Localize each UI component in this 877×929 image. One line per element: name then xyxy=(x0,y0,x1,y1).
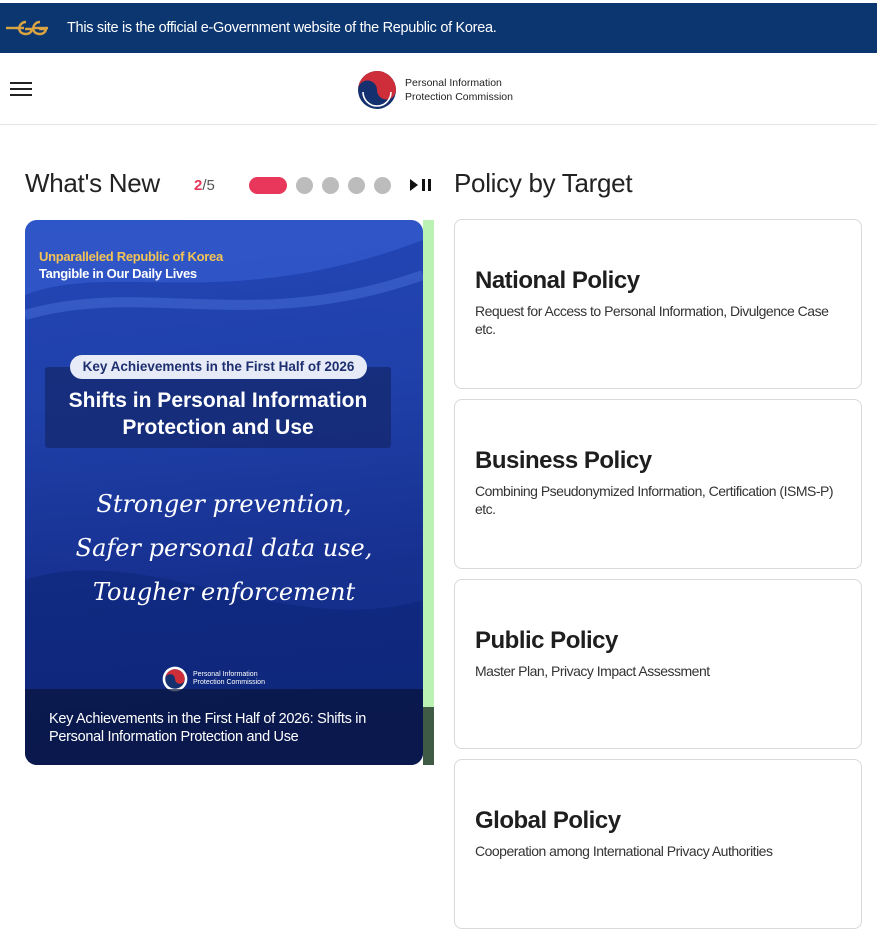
site-header: Personal Information Protection Commissi… xyxy=(0,53,877,125)
next-slide-peek[interactable] xyxy=(423,220,434,765)
slide-dot[interactable] xyxy=(348,177,365,194)
slide-counter: 2/5 xyxy=(194,177,215,194)
policy-card-title: Business Policy xyxy=(475,447,652,474)
policy-card-title: Global Policy xyxy=(475,807,621,834)
whats-new-title: What's New xyxy=(25,168,160,198)
card-script-line-3: Tougher enforcement xyxy=(92,578,356,606)
brand-name: Personal Information Protection Commissi… xyxy=(405,76,513,104)
card-headline-line-2: Protection and Use xyxy=(122,416,314,439)
policy-card-desc: Cooperation among International Privacy … xyxy=(475,843,773,859)
policy-card-global[interactable]: Global Policy Cooperation among Internat… xyxy=(454,759,862,929)
card-caption-overlay: Key Achievements in the First Half of 20… xyxy=(25,689,423,765)
hamburger-menu-icon[interactable] xyxy=(10,82,32,96)
eg-logo-icon xyxy=(6,20,48,36)
site-logo[interactable]: Personal Information Protection Commissi… xyxy=(357,70,513,110)
gov-banner-text: This site is the official e-Government w… xyxy=(67,20,497,36)
slide-dot[interactable] xyxy=(322,177,339,194)
policy-by-target-title: Policy by Target xyxy=(454,168,633,198)
card-tag-line-1: Unparalleled Republic of Korea xyxy=(39,249,223,264)
card-mini-logo-line-2: Protection Commission xyxy=(193,679,265,686)
card-mini-logo-text: Personal Information Protection Commissi… xyxy=(193,671,265,687)
slide-pagination xyxy=(249,177,400,194)
card-mini-logo-line-1: Personal Information xyxy=(193,671,258,678)
policy-card-desc: Combining Pseudonymized Information, Cer… xyxy=(475,483,834,517)
policy-card-title: Public Policy xyxy=(475,627,618,654)
taegeuk-logo-icon xyxy=(358,71,396,109)
card-headline: Shifts in Personal Information Protectio… xyxy=(45,387,391,441)
policy-card-title: National Policy xyxy=(475,267,640,294)
news-slide-card[interactable]: Unparalleled Republic of Korea Tangible … xyxy=(25,220,423,765)
card-script-line-1: Stronger prevention, xyxy=(96,490,352,518)
slide-counter-total: 5 xyxy=(206,177,215,194)
gov-banner: This site is the official e-Government w… xyxy=(0,3,877,53)
policy-card-public[interactable]: Public Policy Master Plan, Privacy Impac… xyxy=(454,579,862,749)
card-caption[interactable]: Key Achievements in the First Half of 20… xyxy=(49,710,399,746)
policy-card-business[interactable]: Business Policy Combining Pseudonymized … xyxy=(454,399,862,569)
policy-card-desc: Request for Access to Personal Informati… xyxy=(475,303,829,337)
policy-card-national[interactable]: National Policy Request for Access to Pe… xyxy=(454,219,862,389)
card-pill-label: Key Achievements in the First Half of 20… xyxy=(70,355,367,379)
card-handwritten-text: Stronger prevention, Safer personal data… xyxy=(25,482,423,614)
slide-dot[interactable] xyxy=(296,177,313,194)
card-script-line-2: Safer personal data use, xyxy=(75,534,373,562)
brand-line-2: Protection Commission xyxy=(405,91,513,103)
policy-card-desc: Master Plan, Privacy Impact Assessment xyxy=(475,663,710,679)
card-headline-line-1: Shifts in Personal Information xyxy=(68,389,368,412)
play-pause-icon[interactable] xyxy=(409,178,433,192)
slide-dot[interactable] xyxy=(374,177,391,194)
slide-dot[interactable] xyxy=(249,177,287,194)
brand-line-1: Personal Information xyxy=(405,77,502,89)
card-tag-line-2: Tangible in Our Daily Lives xyxy=(39,266,197,281)
